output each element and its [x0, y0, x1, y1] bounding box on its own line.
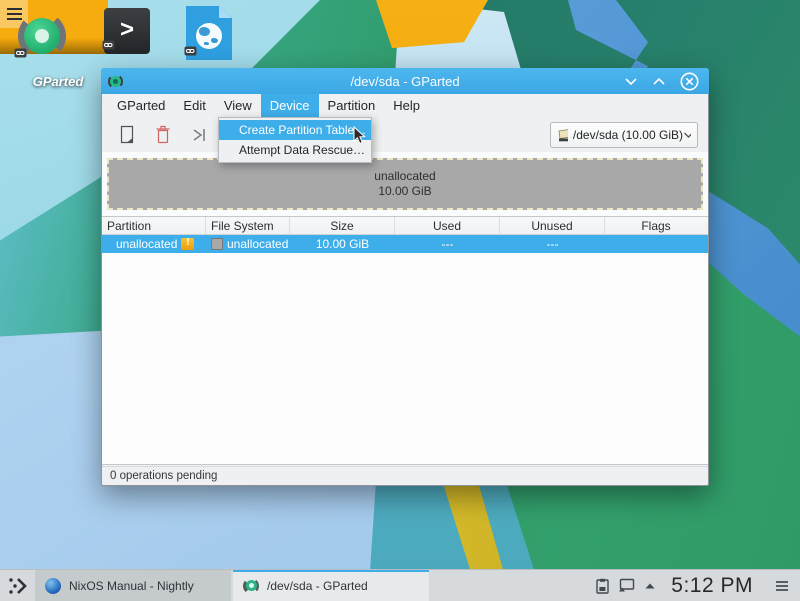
- device-selector-value: /dev/sda (10.00 GiB): [573, 128, 683, 142]
- browser-icon: [45, 578, 61, 594]
- header-unused[interactable]: Unused: [500, 217, 605, 234]
- desktop-icon-label: GParted: [10, 74, 106, 89]
- close-button[interactable]: [680, 72, 699, 91]
- warning-icon: [181, 238, 194, 250]
- disk-visual-size: 10.00 GiB: [378, 184, 431, 199]
- shortcut-link-icon: [184, 46, 197, 56]
- device-notifier-icon[interactable]: [618, 578, 635, 593]
- disk-visual-unallocated[interactable]: unallocated 10.00 GiB: [107, 158, 703, 210]
- row-size: 10.00 GiB: [290, 235, 395, 253]
- header-used[interactable]: Used: [395, 217, 500, 234]
- gparted-icon: [243, 578, 259, 594]
- resize-arrow-icon: [190, 126, 208, 144]
- clock[interactable]: 5:12 PM: [671, 574, 753, 598]
- new-document-icon: [118, 125, 136, 144]
- row-partition-name: unallocated: [116, 237, 177, 251]
- resize-move-button[interactable]: [188, 124, 210, 146]
- maximize-button[interactable]: [652, 76, 666, 86]
- table-row[interactable]: unallocated unallocated 10.00 GiB --- --…: [102, 235, 708, 253]
- desktop-icon-konsole[interactable]: >: [104, 8, 150, 54]
- device-menu-dropdown: Create Partition Table… Attempt Data Res…: [218, 117, 372, 163]
- globe-icon: [196, 23, 222, 49]
- toolbar: /dev/sda (10.00 GiB): [102, 117, 708, 152]
- menu-partition[interactable]: Partition: [319, 94, 385, 117]
- window-title: /dev/sda - GParted: [101, 74, 709, 89]
- app-launcher-button[interactable]: [3, 571, 33, 601]
- trash-icon: [154, 125, 172, 144]
- launcher-icon: [7, 575, 29, 597]
- header-flags[interactable]: Flags: [605, 217, 707, 234]
- row-file-system: unallocated: [227, 237, 288, 251]
- chevron-down-icon: [683, 131, 691, 139]
- device-selector[interactable]: /dev/sda (10.00 GiB): [550, 122, 698, 148]
- gparted-window: /dev/sda - GParted GParted Edit View Dev…: [101, 68, 709, 486]
- row-used: ---: [395, 235, 500, 253]
- menubar: GParted Edit View Device Partition Help: [102, 94, 708, 117]
- status-bar: 0 operations pending: [102, 466, 708, 485]
- status-text: 0 operations pending: [110, 470, 217, 482]
- taskbar-item-label: /dev/sda - GParted: [267, 579, 368, 593]
- menu-edit[interactable]: Edit: [174, 94, 214, 117]
- desktop-icon-web-document[interactable]: [186, 6, 232, 60]
- tray-expand-arrow-icon[interactable]: [644, 582, 656, 590]
- menu-item-attempt-data-rescue[interactable]: Attempt Data Rescue…: [219, 140, 371, 160]
- clipboard-icon[interactable]: [596, 578, 609, 594]
- hard-drive-icon: [557, 128, 568, 143]
- terminal-icon: >: [120, 16, 134, 44]
- menu-device[interactable]: Device: [261, 94, 319, 117]
- taskbar: NixOS Manual - Nightly /dev/sda - GParte…: [0, 569, 800, 601]
- menu-item-create-partition-table[interactable]: Create Partition Table…: [219, 120, 371, 140]
- shortcut-link-icon: [14, 48, 27, 58]
- titlebar[interactable]: /dev/sda - GParted: [101, 68, 709, 94]
- menu-help[interactable]: Help: [384, 94, 429, 117]
- shortcut-link-icon: [102, 40, 115, 50]
- disk-visual-label: unallocated: [374, 169, 435, 184]
- menu-gparted[interactable]: GParted: [108, 94, 174, 117]
- partition-table: Partition File System Size Used Unused F…: [102, 216, 708, 465]
- header-partition[interactable]: Partition: [102, 217, 206, 234]
- taskbar-item-gparted[interactable]: /dev/sda - GParted: [233, 570, 429, 601]
- header-file-system[interactable]: File System: [206, 217, 290, 234]
- delete-partition-button[interactable]: [152, 124, 174, 146]
- mouse-cursor: [353, 126, 367, 145]
- desktop: GParted > /dev/sda - GParted GParted Edi…: [0, 0, 800, 601]
- header-size[interactable]: Size: [290, 217, 395, 234]
- taskbar-item-nixos-manual[interactable]: NixOS Manual - Nightly: [35, 570, 231, 601]
- filesystem-color-swatch: [211, 238, 223, 250]
- table-header: Partition File System Size Used Unused F…: [102, 217, 708, 235]
- panel-settings-icon[interactable]: [776, 585, 788, 587]
- menu-view[interactable]: View: [215, 94, 261, 117]
- desktop-icon-gparted[interactable]: GParted: [16, 10, 68, 62]
- row-unused: ---: [500, 235, 605, 253]
- minimize-button[interactable]: [624, 76, 638, 86]
- system-tray: 5:12 PM: [596, 574, 800, 598]
- taskbar-item-label: NixOS Manual - Nightly: [69, 579, 194, 593]
- row-flags: [605, 235, 707, 253]
- new-partition-button[interactable]: [116, 124, 138, 146]
